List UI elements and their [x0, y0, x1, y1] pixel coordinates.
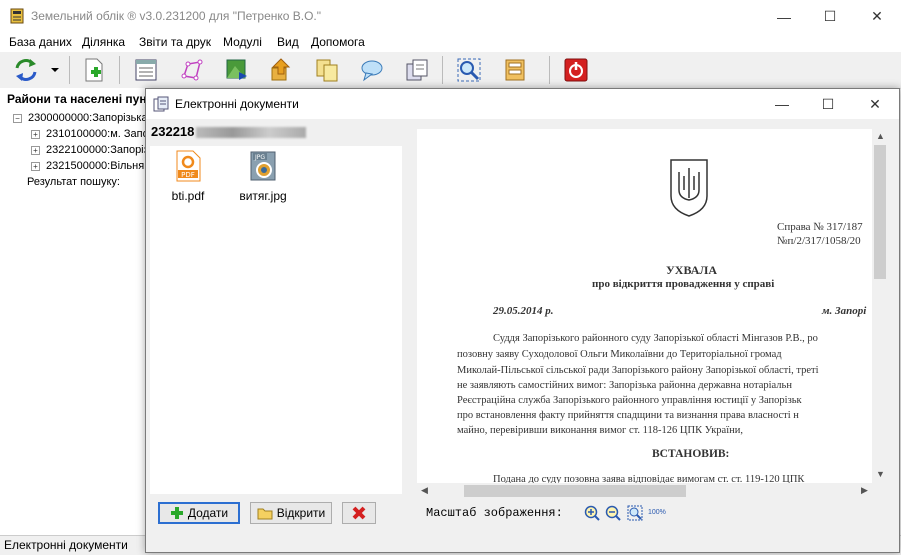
add-button[interactable]: Додати — [158, 502, 240, 524]
scroll-down-icon[interactable]: ▼ — [876, 469, 885, 479]
menu-bar — [0, 33, 901, 52]
doc-body-line: позовну заяву Суходолової Ольги Миколаїв… — [457, 349, 782, 360]
doc-heading: УХВАЛА — [666, 263, 717, 277]
delete-button[interactable] — [342, 502, 376, 524]
archive-icon[interactable] — [503, 58, 527, 82]
open-button[interactable]: Відкрити — [250, 502, 332, 524]
comment-icon[interactable] — [360, 58, 384, 82]
tree-node-search-result[interactable]: Результат пошуку: — [27, 176, 120, 188]
svg-text:JPG: JPG — [254, 154, 265, 161]
menu-view[interactable]: Вид — [277, 35, 299, 49]
scroll-left-icon[interactable]: ◀ — [421, 485, 428, 496]
dialog-title: Електронні документи — [175, 97, 299, 111]
zoom-fit-icon[interactable] — [627, 505, 643, 521]
districts-panel-header: Райони та населені пун — [7, 92, 147, 106]
app-book-icon — [9, 8, 25, 24]
jpg-file-icon: JPG — [250, 151, 276, 181]
doc-established: ВСТАНОВИВ: — [652, 448, 730, 460]
tree-collapse-icon[interactable]: − — [13, 114, 22, 123]
dialog-maximize-button[interactable]: ☐ — [805, 89, 851, 119]
menu-parcel[interactable]: Ділянка — [82, 35, 125, 49]
menu-modules[interactable]: Модулі — [223, 35, 262, 49]
tree-node-zaporizhzhia-district[interactable]: 2322100000:Запоріз — [46, 144, 149, 156]
status-text: Електронні документи — [4, 538, 128, 552]
horizontal-scroll-thumb[interactable] — [464, 485, 686, 497]
delete-x-icon — [352, 506, 366, 520]
coat-of-arms-icon — [670, 159, 708, 217]
close-button[interactable]: ✕ — [854, 0, 900, 33]
toolbar-separator — [69, 56, 70, 84]
maximize-button[interactable]: ☐ — [807, 0, 853, 33]
dropdown-arrow-icon[interactable] — [50, 58, 60, 82]
documents-icon — [153, 96, 169, 112]
tree-expand-icon[interactable]: + — [31, 130, 40, 139]
dialog-close-button[interactable]: ✕ — [852, 89, 898, 119]
toolbar-separator — [549, 56, 550, 84]
doc-body-line: не заявляють самостійних вимог: Запорізь… — [457, 380, 792, 391]
map-export-icon[interactable] — [225, 58, 249, 82]
cadastral-code-visible: 232218 — [151, 124, 195, 139]
folder-icon — [257, 508, 273, 519]
doc-case-number: Справа № 317/187 — [777, 221, 863, 233]
tree-expand-icon[interactable]: + — [31, 162, 40, 171]
zoom-100-button[interactable]: 100% — [648, 505, 666, 521]
cadastral-code: 232218 — [151, 124, 307, 139]
tree-node-vilniansk[interactable]: 2321500000:Вільнян — [46, 160, 150, 172]
new-document-icon[interactable] — [82, 58, 106, 82]
pdf-file-icon: PDF — [176, 150, 201, 182]
file-name: витяг.jpg — [239, 189, 287, 203]
tree-expand-icon[interactable]: + — [31, 146, 40, 155]
file-item-jpg[interactable]: JPG витяг.jpg — [233, 150, 293, 203]
toolbar-separator — [442, 56, 443, 84]
vertical-scroll-thumb[interactable] — [874, 145, 886, 279]
polygon-icon[interactable] — [180, 58, 204, 82]
menu-reports[interactable]: Звіти та друк — [139, 35, 211, 49]
zoom-to-icon[interactable] — [457, 58, 481, 82]
file-item-pdf[interactable]: PDF bti.pdf — [158, 150, 218, 203]
menu-help[interactable]: Допомога — [311, 35, 365, 49]
menu-database[interactable]: База даних — [9, 35, 72, 49]
add-button-label: Додати — [187, 506, 229, 520]
doc-body-line: майно, перевіривши виконання вимог ст. 1… — [457, 425, 744, 436]
doc-body-line: Суддя Запорізького районного суду Запорі… — [493, 333, 818, 344]
form-icon[interactable] — [134, 58, 158, 82]
zoom-label: Масштаб зображення: — [426, 506, 563, 520]
document-preview[interactable]: Справа № 317/187 №п/2/317/1058/20 УХВАЛА… — [417, 129, 887, 483]
svg-text:PDF: PDF — [181, 171, 195, 179]
doc-body-line: Подана до суду позовна заява відповідає … — [493, 474, 805, 483]
dialog-minimize-button[interactable]: — — [759, 89, 805, 119]
redacted-blur — [196, 127, 307, 139]
tree-node-zaporizhzhia-city[interactable]: 2310100000:м. Запо — [46, 128, 149, 140]
scroll-right-icon[interactable]: ▶ — [861, 485, 868, 496]
tree-node-root[interactable]: 2300000000:Запорізька — [28, 112, 148, 124]
doc-subheading: про відкриття провадження у справі — [592, 278, 775, 290]
scroll-up-icon[interactable]: ▲ — [876, 131, 885, 141]
report-icon[interactable] — [405, 58, 429, 82]
exit-icon[interactable] — [564, 58, 588, 82]
zoom-out-icon[interactable] — [605, 505, 621, 521]
zoom-in-icon[interactable] — [584, 505, 600, 521]
file-name: bti.pdf — [171, 189, 205, 203]
open-button-label: Відкрити — [276, 506, 326, 520]
doc-date: 29.05.2014 р. — [493, 305, 554, 317]
doc-body-line: про встановлення факту прийняття спадщин… — [457, 410, 799, 421]
sync-icon[interactable] — [14, 58, 38, 82]
doc-place: м. Запорі — [822, 305, 867, 317]
plus-icon — [170, 507, 183, 519]
app-title: Земельний облік ® v3.0.231200 для "Петре… — [31, 9, 322, 23]
doc-body-line: Реєстраційна служба Запорізького районно… — [457, 395, 802, 406]
copy-icon[interactable] — [315, 58, 339, 82]
toolbar-separator — [119, 56, 120, 84]
doc-proc-number: №п/2/317/1058/20 — [777, 235, 861, 247]
upload-icon[interactable] — [269, 58, 293, 82]
minimize-button[interactable]: — — [761, 0, 807, 33]
doc-body-line: Миколай-Пільської сільської ради Запоріз… — [457, 365, 819, 376]
